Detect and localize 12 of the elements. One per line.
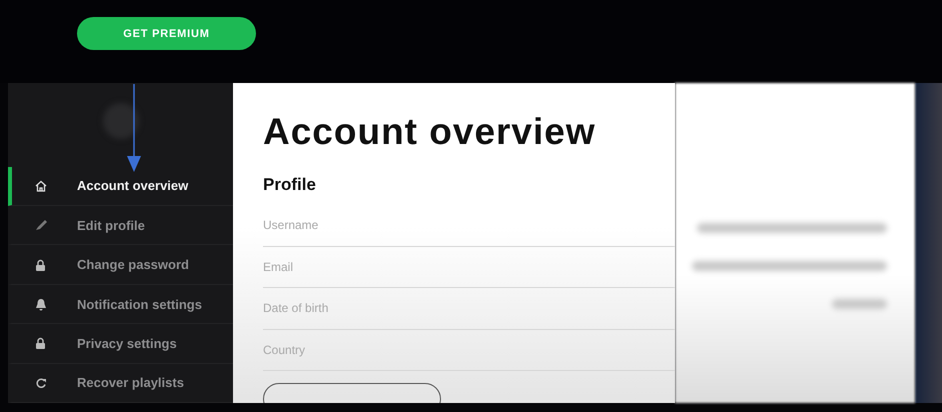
section-heading: Profile — [263, 175, 317, 195]
pencil-icon — [35, 219, 48, 232]
lock-icon — [35, 258, 46, 271]
page-title: Account overview — [263, 111, 597, 154]
lock-icon — [35, 337, 46, 350]
reload-icon — [35, 376, 47, 389]
field-label: Username — [263, 218, 318, 232]
home-icon — [35, 180, 47, 192]
bell-icon — [35, 298, 47, 311]
field-label: Country — [263, 342, 306, 357]
field-label: Email — [263, 260, 294, 274]
field-label: Date of birth — [263, 301, 328, 316]
